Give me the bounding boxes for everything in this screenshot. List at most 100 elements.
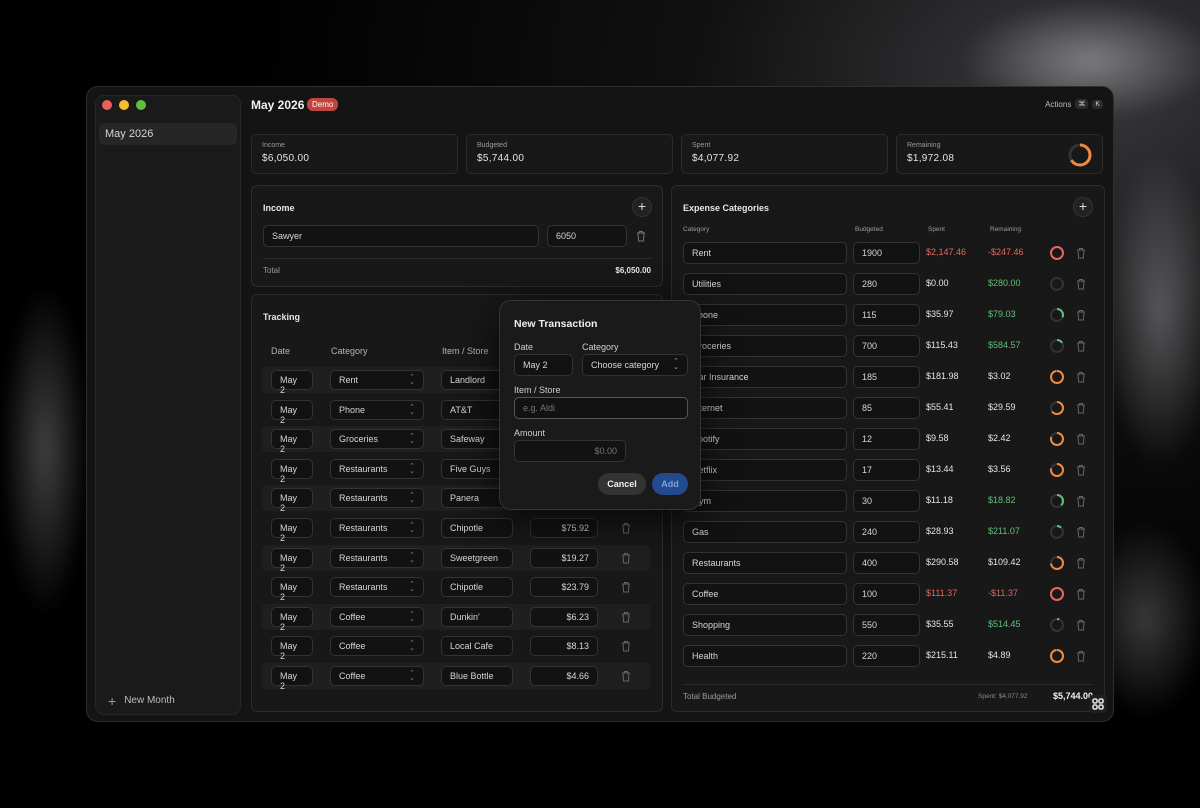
budgeted-field[interactable]: 1900 bbox=[853, 242, 920, 264]
add-income-button[interactable]: + bbox=[632, 197, 652, 217]
category-name-field[interactable]: Restaurants bbox=[683, 552, 847, 574]
delete-category-trash-icon[interactable] bbox=[1076, 278, 1086, 290]
delete-transaction-trash-icon[interactable] bbox=[621, 522, 631, 534]
delete-category-trash-icon[interactable] bbox=[1076, 402, 1086, 414]
date-field[interactable]: May 2 bbox=[271, 606, 313, 632]
delete-transaction-trash-icon[interactable] bbox=[621, 670, 631, 682]
date-field[interactable]: May 2 bbox=[271, 370, 313, 395]
delete-income-trash-icon[interactable] bbox=[636, 230, 646, 242]
income-amount-field[interactable]: 6050 bbox=[547, 225, 627, 247]
budgeted-field[interactable]: 280 bbox=[853, 273, 920, 295]
category-select[interactable]: Restaurants ⌃ ⌄ bbox=[330, 547, 424, 568]
zoom-window-button[interactable] bbox=[136, 100, 146, 110]
category-select[interactable]: Groceries ⌃ ⌄ bbox=[330, 429, 424, 450]
category-name-field[interactable]: Utilities bbox=[683, 273, 847, 295]
category-name-field[interactable]: Rent bbox=[683, 242, 847, 264]
budgeted-field[interactable]: 220 bbox=[853, 645, 920, 667]
minimize-window-button[interactable] bbox=[119, 100, 129, 110]
category-name-field[interactable]: Shopping bbox=[683, 614, 847, 636]
delete-category-trash-icon[interactable] bbox=[1076, 619, 1086, 631]
budgeted-field[interactable]: 85 bbox=[853, 397, 920, 419]
item-store-input[interactable] bbox=[514, 397, 688, 419]
amount-field[interactable]: $8.13 bbox=[530, 636, 598, 657]
grid-menu-icon[interactable] bbox=[1089, 695, 1107, 713]
delete-category-trash-icon[interactable] bbox=[1076, 495, 1086, 507]
budgeted-field[interactable]: 240 bbox=[853, 521, 920, 543]
date-field[interactable]: May 2 bbox=[271, 399, 313, 425]
category-name-field[interactable]: Netflix bbox=[683, 459, 847, 481]
amount-field[interactable]: $19.27 bbox=[530, 547, 598, 568]
delete-category-trash-icon[interactable] bbox=[1076, 247, 1086, 259]
date-field[interactable]: May 2 bbox=[271, 636, 313, 661]
date-field[interactable]: May 2 bbox=[271, 547, 313, 573]
date-field[interactable]: May 2 bbox=[514, 354, 573, 376]
category-select[interactable]: Coffee ⌃ ⌄ bbox=[330, 636, 424, 657]
actions-button[interactable]: Actions ⌘ K bbox=[1045, 99, 1103, 109]
category-select[interactable]: Phone ⌃ ⌄ bbox=[330, 399, 424, 420]
budgeted-field[interactable]: 700 bbox=[853, 335, 920, 357]
delete-category-trash-icon[interactable] bbox=[1076, 464, 1086, 476]
delete-category-trash-icon[interactable] bbox=[1076, 526, 1086, 538]
delete-category-trash-icon[interactable] bbox=[1076, 433, 1086, 445]
delete-transaction-trash-icon[interactable] bbox=[621, 581, 631, 593]
amount-field[interactable]: $6.23 bbox=[530, 606, 598, 627]
budgeted-field[interactable]: 30 bbox=[853, 490, 920, 512]
category-select[interactable]: Choose category ⌃ ⌄ bbox=[582, 354, 688, 376]
category-name-field[interactable]: Groceries bbox=[683, 335, 847, 357]
add-button[interactable]: Add bbox=[652, 473, 688, 495]
delete-category-trash-icon[interactable] bbox=[1076, 557, 1086, 569]
item-field[interactable]: Blue Bottle bbox=[441, 666, 513, 686]
sidebar-item-may-2026[interactable]: May 2026 bbox=[99, 123, 237, 145]
category-name-field[interactable]: Gas bbox=[683, 521, 847, 543]
delete-category-trash-icon[interactable] bbox=[1076, 588, 1086, 600]
budgeted-field[interactable]: 400 bbox=[853, 552, 920, 574]
date-field[interactable]: May 2 bbox=[271, 458, 313, 484]
category-name-field[interactable]: Internet bbox=[683, 397, 847, 419]
category-name-field[interactable]: Car Insurance bbox=[683, 366, 847, 388]
amount-input[interactable] bbox=[514, 440, 626, 462]
delete-category-trash-icon[interactable] bbox=[1076, 340, 1086, 352]
new-month-button[interactable]: + New Month bbox=[108, 694, 175, 708]
category-name-field[interactable]: Spotify bbox=[683, 428, 847, 450]
date-field[interactable]: May 2 bbox=[271, 518, 313, 543]
cancel-button[interactable]: Cancel bbox=[598, 473, 646, 495]
delete-transaction-trash-icon[interactable] bbox=[621, 640, 631, 652]
amount-field[interactable]: $75.92 bbox=[530, 518, 598, 538]
budgeted-field[interactable]: 550 bbox=[853, 614, 920, 636]
item-field[interactable]: Sweetgreen bbox=[441, 547, 513, 568]
category-name-field[interactable]: Gym bbox=[683, 490, 847, 512]
category-name-field[interactable]: Phone bbox=[683, 304, 847, 326]
category-select[interactable]: Rent ⌃ ⌄ bbox=[330, 370, 424, 390]
item-field[interactable]: Dunkin' bbox=[441, 606, 513, 627]
budgeted-field[interactable]: 12 bbox=[853, 428, 920, 450]
budgeted-field[interactable]: 115 bbox=[853, 304, 920, 326]
category-select[interactable]: Coffee ⌃ ⌄ bbox=[330, 666, 424, 686]
category-select[interactable]: Restaurants ⌃ ⌄ bbox=[330, 488, 424, 509]
delete-category-trash-icon[interactable] bbox=[1076, 650, 1086, 662]
delete-transaction-trash-icon[interactable] bbox=[621, 552, 631, 564]
date-field[interactable]: May 2 bbox=[271, 488, 313, 513]
delete-category-trash-icon[interactable] bbox=[1076, 371, 1086, 383]
income-name-field[interactable]: Sawyer bbox=[263, 225, 539, 247]
item-field[interactable]: Local Cafe bbox=[441, 636, 513, 657]
amount-field[interactable]: $23.79 bbox=[530, 577, 598, 598]
category-name-field[interactable]: Health bbox=[683, 645, 847, 667]
item-field[interactable]: Chipotle bbox=[441, 577, 513, 598]
budgeted-field[interactable]: 100 bbox=[853, 583, 920, 605]
category-select[interactable]: Coffee ⌃ ⌄ bbox=[330, 606, 424, 627]
amount-field[interactable]: $4.66 bbox=[530, 666, 598, 686]
item-field[interactable]: Chipotle bbox=[441, 518, 513, 538]
close-window-button[interactable] bbox=[102, 100, 112, 110]
add-category-button[interactable]: + bbox=[1073, 197, 1093, 217]
budgeted-field[interactable]: 17 bbox=[853, 459, 920, 481]
category-select[interactable]: Restaurants ⌃ ⌄ bbox=[330, 577, 424, 598]
delete-transaction-trash-icon[interactable] bbox=[621, 611, 631, 623]
date-field[interactable]: May 2 bbox=[271, 666, 313, 691]
date-field[interactable]: May 2 bbox=[271, 577, 313, 602]
budgeted-field[interactable]: 185 bbox=[853, 366, 920, 388]
category-select[interactable]: Restaurants ⌃ ⌄ bbox=[330, 458, 424, 479]
category-select[interactable]: Restaurants ⌃ ⌄ bbox=[330, 518, 424, 538]
category-name-field[interactable]: Coffee bbox=[683, 583, 847, 605]
date-field[interactable]: May 2 bbox=[271, 429, 313, 454]
delete-category-trash-icon[interactable] bbox=[1076, 309, 1086, 321]
